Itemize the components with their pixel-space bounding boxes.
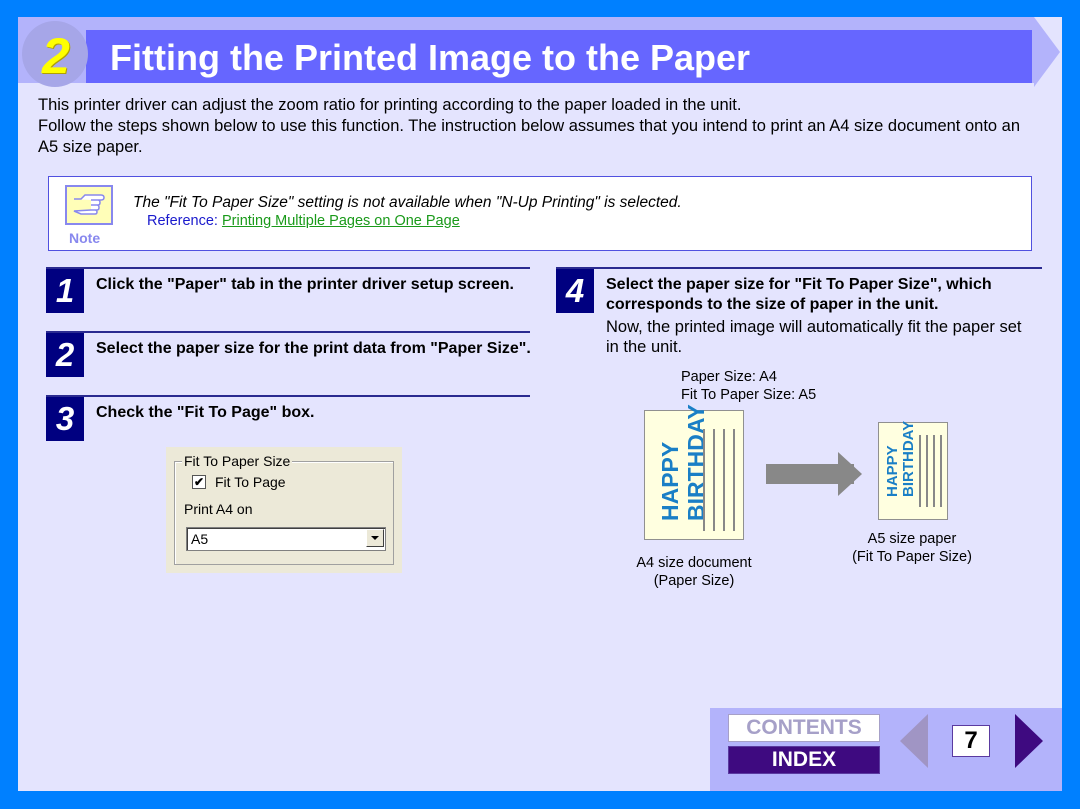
step-1: 1 Click the "Paper" tab in the printer d… [46, 267, 530, 327]
pointing-hand-icon [65, 185, 113, 225]
a4-document-illustration: HAPPY BIRTHDAY [644, 404, 744, 540]
step-number: 4 [556, 269, 594, 313]
chevron-down-icon[interactable] [366, 529, 384, 547]
step-2: 2 Select the paper size for the print da… [46, 331, 531, 391]
intro-line-2: Follow the steps shown below to use this… [38, 117, 1021, 156]
step-text: Select the paper size for the print data… [96, 340, 531, 357]
doc-text-happy: HAPPY [884, 445, 901, 497]
size-spec: Paper Size: A4 Fit To Paper Size: A5 [681, 368, 816, 404]
fit-to-paper-dialog: Fit To Paper Size ✔ Fit To Page Print A4… [166, 447, 402, 573]
note-box: Note The "Fit To Paper Size" setting is … [48, 176, 1032, 251]
a5-caption-line-2: (Fit To Paper Size) [852, 549, 972, 565]
a4-caption-line-1: A4 size document [636, 555, 752, 571]
text-line [703, 429, 705, 531]
print-on-select[interactable]: A5 [186, 527, 386, 551]
title-arrow [1034, 17, 1060, 87]
step-text: Click the "Paper" tab in the printer dri… [96, 276, 514, 293]
reference-prefix: Reference: [147, 213, 222, 229]
page-title: Fitting the Printed Image to the Paper [110, 37, 751, 78]
note-label: Note [69, 230, 101, 246]
paper-size-line: Paper Size: A4 [681, 369, 777, 385]
fit-to-page-label: Fit To Page [215, 474, 286, 490]
text-line [926, 435, 928, 507]
doc-text-happy: HAPPY [657, 441, 683, 521]
page-number: 7 [952, 725, 990, 757]
a5-caption-line-1: A5 size paper [867, 531, 957, 547]
navigation-panel: CONTENTS INDEX 7 [710, 708, 1062, 791]
doc-text-birthday: BIRTHDAY [900, 420, 917, 497]
step-3: 3 Check the "Fit To Page" box. [46, 395, 530, 455]
print-on-label: Print A4 on [184, 501, 253, 517]
text-line [940, 435, 942, 507]
step-text: Select the paper size for "Fit To Paper … [606, 276, 992, 313]
text-line [933, 435, 935, 507]
fit-to-page-checkbox[interactable]: ✔ [192, 475, 206, 489]
group-label: Fit To Paper Size [182, 453, 293, 469]
text-line [733, 429, 735, 531]
step-subtext: Now, the printed image will automaticall… [606, 318, 1022, 356]
text-line [723, 429, 725, 531]
fit-size-line: Fit To Paper Size: A5 [681, 387, 817, 403]
page: 2 Fitting the Printed Image to the Paper… [18, 17, 1062, 791]
intro-line-1: This printer driver can adjust the zoom … [38, 96, 742, 114]
a5-caption: A5 size paper (Fit To Paper Size) [842, 530, 982, 566]
reference-link[interactable]: Printing Multiple Pages on One Page [222, 213, 460, 229]
step-4: 4 Select the paper size for "Fit To Pape… [556, 267, 1042, 359]
step-number: 1 [46, 269, 84, 313]
section-number-badge: 2 [22, 21, 88, 87]
section-number: 2 [42, 28, 70, 84]
a4-caption-line-2: (Paper Size) [653, 573, 735, 589]
step-text: Check the "Fit To Page" box. [96, 404, 315, 421]
intro-text: This printer driver can adjust the zoom … [38, 95, 1038, 158]
text-line [713, 429, 715, 531]
step-number: 3 [46, 397, 84, 441]
step-number: 2 [46, 333, 84, 377]
text-line [919, 435, 921, 507]
contents-button[interactable]: CONTENTS [728, 714, 880, 742]
a4-caption: A4 size document (Paper Size) [630, 554, 758, 590]
right-arrow-head [838, 452, 862, 496]
note-text: The "Fit To Paper Size" setting is not a… [133, 194, 682, 211]
next-page-icon[interactable] [1015, 714, 1043, 768]
note-reference: Reference: Printing Multiple Pages on On… [147, 213, 460, 229]
index-button[interactable]: INDEX [728, 746, 880, 774]
select-value: A5 [191, 531, 209, 547]
a5-paper-illustration: HAPPY BIRTHDAY [878, 420, 948, 520]
previous-page-icon[interactable] [900, 714, 928, 768]
